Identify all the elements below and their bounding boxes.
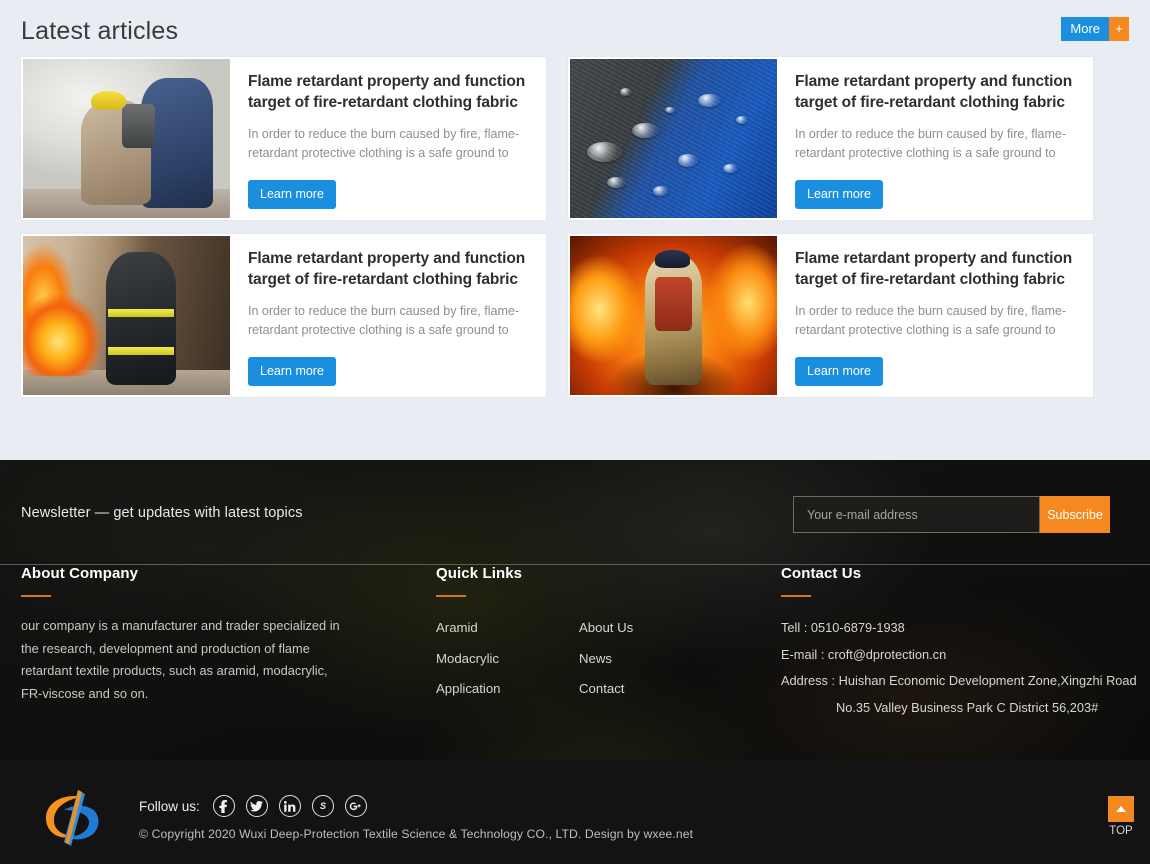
article-card-grid: Flame retardant property and function ta… [21,57,1135,411]
article-body: Flame retardant property and function ta… [230,57,546,220]
email-input[interactable] [793,496,1040,533]
article-excerpt: In order to reduce the burn caused by fi… [795,127,1066,160]
learn-more-button[interactable]: Learn more [795,180,883,209]
skype-icon[interactable]: S [311,795,334,817]
subscribe-button[interactable]: Subscribe [1040,496,1110,533]
article-row-1: Flame retardant property and function ta… [21,57,1135,220]
article-card[interactable]: Flame retardant property and function ta… [21,234,546,397]
quick-link-news[interactable]: News [579,646,766,673]
scroll-to-top-label: TOP [1109,825,1133,837]
article-card[interactable]: Flame retardant property and function ta… [568,57,1093,220]
newsletter-label: Newsletter — get updates with latest top… [21,505,303,521]
scroll-to-top-button[interactable] [1108,796,1134,822]
learn-more-button[interactable]: Learn more [795,357,883,386]
article-card[interactable]: Flame retardant property and function ta… [21,57,546,220]
article-title: Flame retardant property and function ta… [795,250,1073,288]
more-button-label: More [1061,17,1109,41]
quick-links-grid: Aramid About Us Modacrylic News Applicat… [436,615,766,703]
learn-more-button[interactable]: Learn more [248,357,336,386]
arrow-up-icon [1116,806,1126,812]
article-title: Flame retardant property and function ta… [795,73,1073,111]
article-excerpt: In order to reduce the burn caused by fi… [248,127,519,160]
page-title: Latest articles [21,17,179,45]
quick-link-aramid[interactable]: Aramid [436,615,579,642]
about-text: our company is a manufacturer and trader… [21,618,340,701]
article-image [23,236,230,395]
article-body: Flame retardant property and function ta… [230,234,546,397]
quick-link-about-us[interactable]: About Us [579,615,766,642]
plus-icon: + [1109,17,1129,41]
twitter-icon[interactable] [245,795,268,817]
footer-column-contact: Contact Us Tell : 0510-6879-1938 E-mail … [781,565,1141,721]
follow-us-group: Follow us: S [139,795,367,817]
about-heading: About Company [21,565,139,582]
footer-column-about: About Company our company is a manufactu… [21,565,351,705]
quick-link-contact[interactable]: Contact [579,676,766,703]
contact-details: Tell : 0510-6879-1938 E-mail : croft@dpr… [781,615,1141,721]
section-header: Latest articles More + [21,12,1129,50]
quick-links-heading: Quick Links [436,565,523,582]
quick-link-modacrylic[interactable]: Modacrylic [436,646,579,673]
article-row-2: Flame retardant property and function ta… [21,234,1135,397]
heading-underline [436,595,466,597]
linkedin-icon[interactable] [278,795,301,817]
company-logo[interactable] [38,788,108,850]
article-card[interactable]: Flame retardant property and function ta… [568,234,1093,397]
latest-articles-section: Latest articles More + Flame retardant p… [0,0,1150,460]
contact-address-line-1: Address : Huishan Economic Development Z… [781,673,1137,688]
svg-text:S: S [320,801,326,811]
article-excerpt: In order to reduce the burn caused by fi… [248,304,519,337]
contact-email: E-mail : croft@dprotection.cn [781,646,947,662]
heading-underline [21,595,51,597]
contact-tel: Tell : 0510-6879-1938 [781,620,905,635]
article-body: Flame retardant property and function ta… [777,234,1093,397]
article-body: Flame retardant property and function ta… [777,57,1093,220]
facebook-icon[interactable] [212,795,235,817]
contact-heading: Contact Us [781,565,862,582]
quick-link-application[interactable]: Application [436,676,579,703]
page-root: Latest articles More + Flame retardant p… [0,0,1150,864]
footer-column-quick-links: Quick Links Aramid About Us Modacrylic N… [436,565,766,703]
google-plus-icon[interactable] [344,795,367,817]
contact-address-line-2: No.35 Valley Business Park C District 56… [836,699,1099,715]
follow-us-label: Follow us: [139,798,200,814]
newsletter-form: Subscribe [793,496,1110,533]
learn-more-button[interactable]: Learn more [248,180,336,209]
article-image [570,59,777,218]
article-title: Flame retardant property and function ta… [248,73,526,111]
article-excerpt: In order to reduce the burn caused by fi… [795,304,1066,337]
more-button[interactable]: More + [1061,17,1129,41]
article-title: Flame retardant property and function ta… [248,250,526,288]
article-image [570,236,777,395]
footer-columns: About Company our company is a manufactu… [0,565,1150,760]
copyright-text: © Copyright 2020 Wuxi Deep-Protection Te… [139,827,694,841]
article-image [23,59,230,218]
heading-underline [781,595,811,597]
